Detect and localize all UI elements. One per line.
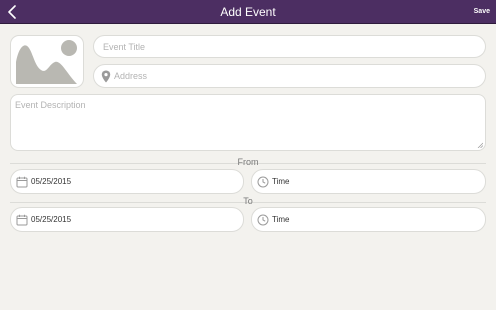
map-pin-icon [101,70,111,83]
address-input[interactable]: Address [93,64,486,88]
clock-icon [257,176,269,188]
from-time-picker[interactable]: Time [251,169,486,194]
to-time-value: Time [272,215,290,224]
to-label: To [243,196,253,206]
clock-icon [257,214,269,226]
to-time-picker[interactable]: Time [251,207,486,232]
page-title: Add Event [220,5,276,19]
from-date-picker[interactable]: 05/25/2015 [10,169,244,194]
save-button[interactable]: Save [474,0,490,24]
event-title-input[interactable]: Event Title [93,35,486,58]
to-date-value: 05/25/2015 [31,215,72,224]
to-date-picker[interactable]: 05/25/2015 [10,207,244,232]
event-description-placeholder: Event Description [15,100,86,110]
event-description-textarea[interactable]: Event Description [10,94,486,151]
resize-handle-icon[interactable] [477,142,483,148]
calendar-icon [16,176,28,188]
from-time-value: Time [272,177,290,186]
from-date-value: 05/25/2015 [31,177,72,186]
address-placeholder: Address [114,71,148,81]
header-bar: Add Event Save [0,0,496,24]
event-title-placeholder: Event Title [103,41,146,52]
from-label: From [237,157,259,167]
calendar-icon [16,214,28,226]
event-photo-picker[interactable] [10,35,84,88]
image-placeholder-icon [16,40,77,84]
